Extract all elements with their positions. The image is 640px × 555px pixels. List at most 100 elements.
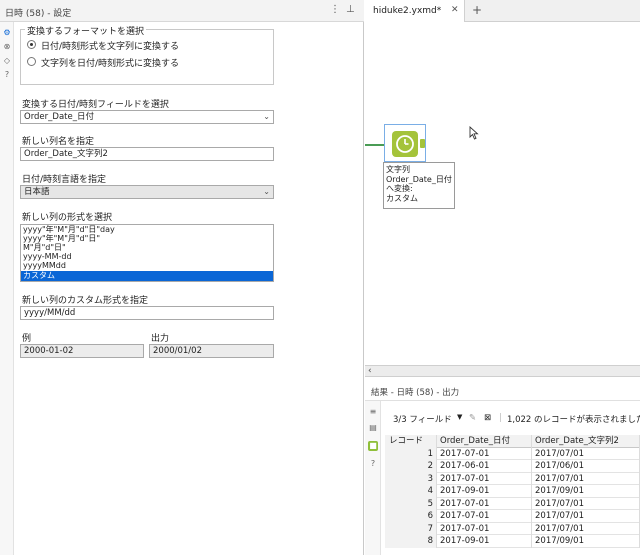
datetime-tool-node[interactable] — [384, 124, 426, 162]
cell-order-date-string[interactable]: 2017/07/01 — [532, 447, 640, 460]
annotation-line: 文字列 — [386, 165, 410, 174]
table-row[interactable]: 2 2017-06-01 2017/06/01 — [385, 460, 640, 473]
workflow-canvas[interactable]: hiduke2.yxmd* ✕ + 文字列 Order_Date_日付 へ変換:… — [365, 0, 640, 365]
clear-selection-icon[interactable]: ⊠ — [484, 413, 491, 423]
toolbar-divider: | — [499, 413, 502, 423]
example-label: 例 — [22, 334, 32, 344]
format-option[interactable]: yyyy-MM-dd — [21, 253, 273, 261]
cell-order-date-string[interactable]: 2017/06/01 — [532, 460, 640, 473]
cell-order-date[interactable]: 2017-09-01 — [437, 535, 532, 548]
panel-splitter[interactable]: ‹ — [365, 365, 640, 377]
add-tab-icon[interactable]: + — [472, 3, 482, 17]
data-view-icon[interactable]: ■ — [368, 441, 378, 451]
help-icon[interactable]: ? — [2, 70, 12, 80]
cell-order-date[interactable]: 2017-07-01 — [437, 472, 532, 485]
cell-order-date-string[interactable]: 2017/09/01 — [532, 535, 640, 548]
table-row[interactable]: 8 2017-09-01 2017/09/01 — [385, 535, 640, 548]
document-tab-bar: hiduke2.yxmd* ✕ + — [365, 0, 640, 22]
more-options-icon[interactable]: ⋮ — [330, 4, 340, 16]
document-tab-label: hiduke2.yxmd* — [373, 6, 442, 16]
cell-order-date-string[interactable]: 2017/09/01 — [532, 485, 640, 498]
annotation-line: へ変換: — [386, 184, 413, 193]
format-option[interactable]: yyyyMMdd — [21, 262, 273, 270]
table-row[interactable]: 3 2017-07-01 2017/07/01 — [385, 472, 640, 485]
radio-button-checked[interactable] — [27, 40, 36, 49]
document-tab[interactable]: hiduke2.yxmd* ✕ — [365, 0, 465, 22]
chevron-down-icon[interactable]: ▼ — [457, 413, 462, 421]
format-option[interactable]: M"月"d"日" — [21, 244, 273, 252]
new-column-input[interactable]: Order_Date_文字列2 — [20, 147, 274, 161]
cell-order-date[interactable]: 2017-07-01 — [437, 497, 532, 510]
format-option[interactable]: yyyy"年"M"月"d"日"day — [21, 226, 273, 234]
language-dropdown[interactable]: 日本語 ⌄ — [20, 185, 274, 199]
field-count-dropdown[interactable]: 3/3 フィールド — [393, 413, 452, 425]
format-direction-legend: 変換するフォーマットを選択 — [25, 24, 147, 37]
results-header: 結果 - 日時 (58) - 出力 — [365, 377, 640, 401]
results-data-grid[interactable]: レコード Order_Date_日付 Order_Date_文字列2 1 201… — [385, 435, 640, 555]
pin-icon[interactable]: ⊥ — [346, 4, 355, 16]
cell-order-date-string[interactable]: 2017/07/01 — [532, 522, 640, 535]
radio-button-unchecked[interactable] — [27, 57, 36, 66]
field-select-dropdown[interactable]: Order_Date_日付 ⌄ — [20, 110, 274, 124]
config-side-rail: ⚙ ⊗ ◇ ? — [0, 22, 14, 555]
config-body: 変換するフォーマットを選択 日付/時刻形式を文字列に変換する 文字列を日付/時刻… — [14, 22, 363, 555]
datetime-tool-icon — [392, 131, 418, 157]
output-anchor[interactable] — [420, 139, 425, 148]
results-title: 結果 - 日時 (58) - 出力 — [371, 388, 460, 398]
annotation-line: Order_Date_日付 — [386, 174, 452, 184]
output-value-field: 2000/01/02 — [149, 344, 274, 358]
cell-order-date[interactable]: 2017-07-01 — [437, 522, 532, 535]
help-icon[interactable]: ? — [368, 459, 378, 469]
close-tab-icon[interactable]: ✕ — [451, 5, 459, 15]
chevron-down-icon: ⌄ — [263, 187, 270, 196]
edit-icon[interactable]: ✎ — [469, 413, 476, 423]
table-row[interactable]: 7 2017-07-01 2017/07/01 — [385, 522, 640, 535]
list-view-icon[interactable]: ≡ — [368, 407, 378, 417]
table-view-icon[interactable]: ▤ — [368, 423, 378, 433]
format-list-label: 新しい列の形式を選択 — [22, 213, 113, 223]
grid-header-row: レコード Order_Date_日付 Order_Date_文字列2 — [385, 435, 640, 448]
format-listbox[interactable]: yyyy"年"M"月"d"日"day yyyy"年"M"月"d"日" M"月"d… — [20, 224, 274, 282]
custom-format-input[interactable]: yyyy/MM/dd — [20, 306, 274, 320]
table-row[interactable]: 1 2017-07-01 2017/07/01 — [385, 447, 640, 460]
language-label: 日付/時刻言語を指定 — [22, 175, 107, 185]
cell-order-date[interactable]: 2017-06-01 — [437, 460, 532, 473]
format-option[interactable]: yyyy"年"M"月"d"日" — [21, 235, 273, 243]
row-number: 3 — [385, 472, 437, 485]
format-direction-group: 変換するフォーマットを選択 日付/時刻形式を文字列に変換する 文字列を日付/時刻… — [20, 24, 274, 85]
tag-icon[interactable]: ◇ — [2, 56, 12, 66]
row-number: 8 — [385, 535, 437, 548]
row-number: 2 — [385, 460, 437, 473]
new-column-label: 新しい列名を指定 — [22, 137, 95, 147]
column-header-order-date-string[interactable]: Order_Date_文字列2 — [532, 435, 640, 448]
cell-order-date[interactable]: 2017-07-01 — [437, 447, 532, 460]
annotation-line: カスタム — [386, 193, 418, 203]
row-number: 1 — [385, 447, 437, 460]
column-header-record[interactable]: レコード — [385, 435, 437, 448]
row-number: 7 — [385, 522, 437, 535]
connection-line — [365, 144, 385, 146]
cell-order-date[interactable]: 2017-07-01 — [437, 510, 532, 523]
table-row[interactable]: 6 2017-07-01 2017/07/01 — [385, 510, 640, 523]
table-row[interactable]: 5 2017-07-01 2017/07/01 — [385, 497, 640, 510]
field-select-value: Order_Date_日付 — [24, 112, 94, 122]
close-circle-icon[interactable]: ⊗ — [2, 42, 12, 52]
configuration-panel: 日時 (58) - 設定 ⋮ ⊥ ⚙ ⊗ ◇ ? 変換するフォーマットを選択 日… — [0, 0, 364, 555]
format-option-selected[interactable]: カスタム — [21, 271, 273, 281]
cell-order-date[interactable]: 2017-09-01 — [437, 485, 532, 498]
column-header-order-date[interactable]: Order_Date_日付 — [437, 435, 532, 448]
cell-order-date-string[interactable]: 2017/07/01 — [532, 510, 640, 523]
cell-order-date-string[interactable]: 2017/07/01 — [532, 497, 640, 510]
results-toolbar: 3/3 フィールド ▼ ✎ ⊠ | 1,022 のレコードが表示されました — [383, 401, 640, 431]
row-number: 6 — [385, 510, 437, 523]
radio-label-datetime-to-string: 日付/時刻形式を文字列に変換する — [41, 42, 180, 52]
cell-order-date-string[interactable]: 2017/07/01 — [532, 472, 640, 485]
field-select-label: 変換する日付/時刻フィールドを選択 — [22, 100, 169, 110]
table-row[interactable]: 4 2017-09-01 2017/09/01 — [385, 485, 640, 498]
chevron-left-icon[interactable]: ‹ — [368, 366, 372, 376]
settings-gear-icon[interactable]: ⚙ — [2, 28, 12, 38]
row-number: 5 — [385, 497, 437, 510]
tool-annotation: 文字列 Order_Date_日付 へ変換: カスタム — [383, 162, 455, 209]
radio-label-string-to-datetime: 文字列を日付/時刻形式に変換する — [41, 59, 180, 69]
row-number: 4 — [385, 485, 437, 498]
